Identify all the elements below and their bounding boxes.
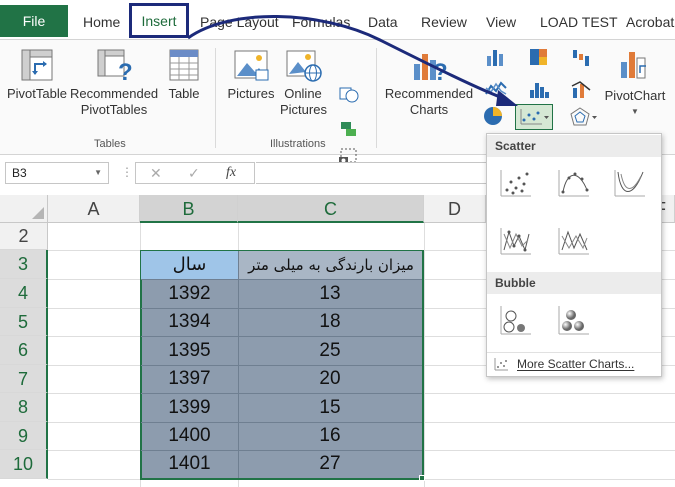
- bubble-3d-option[interactable]: [555, 302, 593, 340]
- cell-rainfall[interactable]: 18: [238, 308, 422, 336]
- column-header-c[interactable]: C: [238, 195, 424, 223]
- scatter-section-heading: Scatter: [487, 135, 661, 157]
- more-scatter-charts-link[interactable]: More Scatter Charts...: [487, 352, 661, 374]
- scatter-straight-lines-option[interactable]: [555, 222, 593, 260]
- scatter-smooth-icon: [614, 170, 645, 197]
- cell-rainfall[interactable]: 15: [238, 393, 422, 422]
- column-header-b[interactable]: B: [140, 195, 238, 223]
- scatter-straight-lines-markers-option[interactable]: [497, 222, 535, 260]
- cell-year[interactable]: 1395: [141, 336, 238, 365]
- name-box-dropdown-icon[interactable]: ▼: [94, 163, 102, 183]
- more-scatter-charts-label: More Scatter Charts...: [517, 357, 635, 371]
- row-header-3[interactable]: 3: [0, 250, 48, 279]
- cell-year[interactable]: 1394: [141, 308, 238, 336]
- formula-buttons: ✕ ✓ fx: [135, 162, 255, 184]
- cancel-formula-button[interactable]: ✕: [150, 163, 162, 183]
- scatter-more-icon: [494, 358, 508, 371]
- cell-year[interactable]: 1392: [141, 279, 238, 308]
- scatter-straight-icon: [558, 228, 589, 255]
- bubble-icon: [500, 306, 531, 335]
- scatter-smooth-lines-markers-option[interactable]: [555, 164, 593, 202]
- cell-year[interactable]: 1401: [141, 450, 238, 478]
- cell-rainfall[interactable]: 20: [238, 365, 422, 393]
- fill-handle[interactable]: [419, 475, 425, 481]
- row-header-2[interactable]: 2: [0, 223, 48, 250]
- formula-bar-grip-icon: ⋮: [121, 165, 133, 179]
- enter-formula-button[interactable]: ✓: [188, 163, 200, 183]
- scatter-smooth-markers-icon: [558, 170, 589, 197]
- cell-year[interactable]: 1400: [141, 422, 238, 450]
- gridline: [424, 223, 425, 487]
- select-all-corner[interactable]: [0, 195, 48, 223]
- row-header-10[interactable]: 10: [0, 450, 48, 479]
- cell-c3-rainfall-header[interactable]: میزان بارندگی به میلی متر: [238, 251, 424, 279]
- cell-b3-year-header[interactable]: سال: [141, 251, 238, 279]
- scatter-markers-only-option[interactable]: [497, 164, 535, 202]
- scatter-smooth-lines-option[interactable]: [611, 164, 649, 202]
- row-header-7[interactable]: 7: [0, 365, 48, 393]
- scatter-straight-markers-icon: [500, 228, 531, 255]
- cell-year[interactable]: 1397: [141, 365, 238, 393]
- cell-rainfall[interactable]: 25: [238, 336, 422, 365]
- column-header-a[interactable]: A: [48, 195, 140, 223]
- cell-year[interactable]: 1399: [141, 393, 238, 422]
- name-box-value: B3: [12, 166, 27, 180]
- row-header-8[interactable]: 8: [0, 393, 48, 422]
- scatter-chart-dropdown: Scatter Bubble More Scatter Charts...: [486, 133, 662, 377]
- cell-rainfall[interactable]: 13: [238, 279, 422, 308]
- cell-rainfall[interactable]: 27: [238, 450, 422, 478]
- row-header-6[interactable]: 6: [0, 336, 48, 365]
- name-box[interactable]: B3 ▼: [5, 162, 109, 184]
- row-header-9[interactable]: 9: [0, 422, 48, 450]
- cell-rainfall[interactable]: 16: [238, 422, 422, 450]
- row-header-4[interactable]: 4: [0, 279, 48, 308]
- row-header-5[interactable]: 5: [0, 308, 48, 336]
- column-header-d[interactable]: D: [424, 195, 486, 223]
- bubble-3d-icon: [558, 306, 589, 335]
- bubble-section-heading: Bubble: [487, 272, 661, 294]
- formula-input[interactable]: [256, 162, 488, 184]
- bubble-option[interactable]: [497, 302, 535, 340]
- insert-function-button[interactable]: fx: [226, 163, 236, 183]
- scatter-markers-icon: [500, 170, 531, 197]
